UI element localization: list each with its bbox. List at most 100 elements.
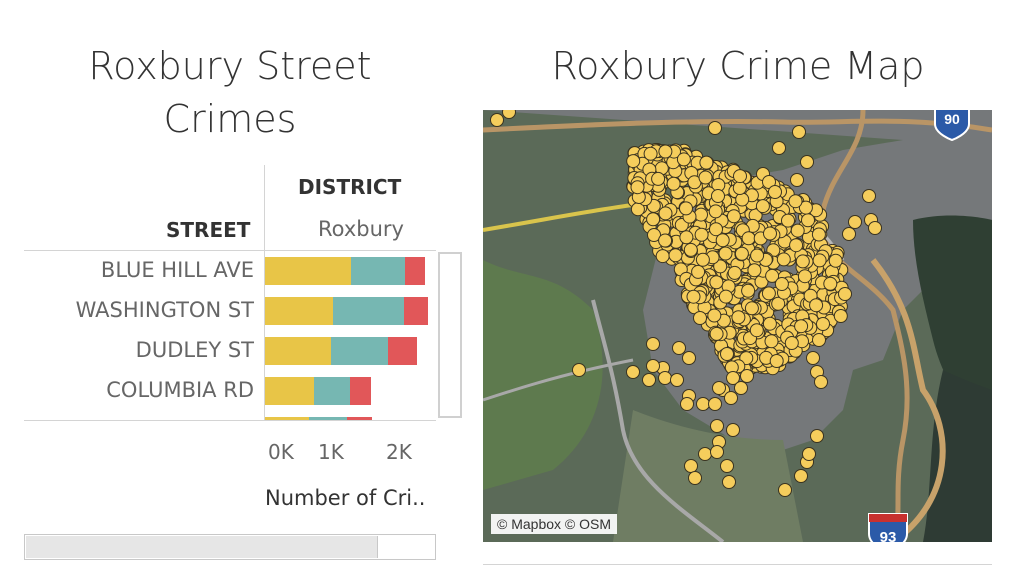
crime-marker[interactable] bbox=[724, 391, 738, 405]
crime-marker[interactable] bbox=[712, 381, 726, 395]
crime-marker[interactable] bbox=[733, 169, 747, 184]
crime-marker[interactable] bbox=[809, 298, 824, 313]
crime-marker[interactable] bbox=[684, 459, 698, 473]
crime-marker[interactable] bbox=[790, 173, 804, 187]
crime-marker[interactable] bbox=[868, 221, 882, 235]
crime-marker[interactable] bbox=[643, 146, 658, 161]
crime-marker[interactable] bbox=[718, 289, 733, 304]
crime-marker[interactable] bbox=[735, 192, 750, 207]
bar-blue-hill-ave-segment-3[interactable] bbox=[405, 257, 426, 285]
crime-marker[interactable] bbox=[707, 308, 722, 323]
crime-marker[interactable] bbox=[676, 152, 691, 167]
crime-marker[interactable] bbox=[763, 226, 777, 241]
crime-marker[interactable] bbox=[812, 253, 827, 268]
crime-marker[interactable] bbox=[699, 155, 714, 170]
crime-marker[interactable] bbox=[691, 264, 706, 279]
crime-marker[interactable] bbox=[774, 277, 789, 291]
crime-marker[interactable] bbox=[688, 471, 702, 485]
vertical-scrollbar[interactable] bbox=[438, 252, 462, 418]
crime-marker[interactable] bbox=[801, 213, 815, 228]
crime-marker[interactable] bbox=[823, 276, 838, 291]
crime-marker[interactable] bbox=[651, 171, 666, 186]
crime-marker[interactable] bbox=[726, 423, 740, 437]
crime-marker[interactable] bbox=[572, 363, 586, 377]
crime-marker[interactable] bbox=[726, 209, 741, 224]
crime-marker[interactable] bbox=[670, 373, 684, 387]
crime-marker[interactable] bbox=[810, 429, 824, 443]
bar-washington-st-segment-2[interactable] bbox=[333, 297, 405, 325]
crime-marker[interactable] bbox=[626, 365, 640, 379]
crime-map[interactable]: 90 93 © Mapbox © OSM bbox=[483, 110, 992, 542]
crime-marker[interactable] bbox=[828, 253, 843, 268]
crime-marker[interactable] bbox=[720, 459, 734, 473]
crime-marker[interactable] bbox=[679, 201, 693, 216]
crime-marker[interactable] bbox=[658, 371, 672, 385]
horizontal-scrollbar-thumb[interactable] bbox=[26, 536, 378, 558]
crime-marker[interactable] bbox=[694, 227, 709, 242]
row-label-washington-st[interactable]: WASHINGTON ST bbox=[24, 298, 254, 322]
crime-marker[interactable] bbox=[741, 283, 756, 298]
crime-marker[interactable] bbox=[686, 289, 701, 304]
row-label-blue-hill-ave[interactable]: BLUE HILL AVE bbox=[24, 258, 254, 282]
crime-marker[interactable] bbox=[795, 254, 810, 269]
crime-marker[interactable] bbox=[806, 351, 820, 365]
crime-marker[interactable] bbox=[646, 359, 660, 373]
crime-marker[interactable] bbox=[658, 233, 673, 248]
horizontal-scrollbar[interactable] bbox=[24, 534, 436, 560]
crime-marker[interactable] bbox=[768, 185, 782, 199]
crime-marker[interactable] bbox=[797, 269, 812, 284]
row-label-columbia-rd[interactable]: COLUMBIA RD bbox=[24, 378, 254, 402]
crime-marker[interactable] bbox=[862, 189, 876, 203]
crime-marker[interactable] bbox=[630, 180, 645, 195]
crime-marker[interactable] bbox=[642, 373, 656, 387]
crime-marker[interactable] bbox=[658, 206, 673, 221]
bar-chart-area[interactable] bbox=[265, 250, 435, 420]
bar-next-row-segment-2[interactable] bbox=[309, 417, 347, 420]
crime-marker[interactable] bbox=[711, 189, 725, 203]
crime-marker[interactable] bbox=[720, 347, 734, 361]
crime-marker[interactable] bbox=[814, 375, 828, 389]
crime-marker[interactable] bbox=[781, 213, 795, 228]
bar-blue-hill-ave-segment-1[interactable] bbox=[265, 257, 351, 285]
crime-marker[interactable] bbox=[812, 333, 826, 347]
crime-marker[interactable] bbox=[679, 230, 694, 245]
crime-marker[interactable] bbox=[842, 227, 856, 241]
crime-marker[interactable] bbox=[672, 341, 686, 355]
crime-marker[interactable] bbox=[741, 231, 756, 246]
crime-marker[interactable] bbox=[769, 354, 784, 368]
crime-marker[interactable] bbox=[680, 397, 694, 411]
crime-marker[interactable] bbox=[708, 397, 722, 411]
crime-marker[interactable] bbox=[710, 445, 724, 459]
crime-marker[interactable] bbox=[646, 337, 660, 351]
crime-marker[interactable] bbox=[800, 155, 814, 169]
bar-blue-hill-ave-segment-2[interactable] bbox=[350, 257, 406, 285]
crime-marker[interactable] bbox=[734, 246, 749, 261]
crime-marker[interactable] bbox=[848, 215, 862, 229]
crime-marker[interactable] bbox=[722, 475, 736, 489]
bar-washington-st-segment-1[interactable] bbox=[265, 297, 333, 325]
bar-next-row-segment-1[interactable] bbox=[265, 417, 310, 420]
crime-marker[interactable] bbox=[658, 144, 673, 159]
crime-marker[interactable] bbox=[708, 121, 722, 135]
crime-marker[interactable] bbox=[682, 351, 696, 365]
bar-columbia-rd-segment-2[interactable] bbox=[313, 377, 350, 405]
bar-columbia-rd-segment-1[interactable] bbox=[265, 377, 314, 405]
crime-marker[interactable] bbox=[626, 154, 641, 169]
bar-columbia-rd-segment-3[interactable] bbox=[350, 377, 372, 405]
crime-marker[interactable] bbox=[749, 323, 764, 338]
crime-marker[interactable] bbox=[816, 317, 830, 331]
crime-marker[interactable] bbox=[695, 252, 710, 267]
crime-marker[interactable] bbox=[833, 309, 848, 323]
bar-next-row-segment-3[interactable] bbox=[346, 417, 373, 420]
crime-marker[interactable] bbox=[727, 265, 742, 280]
bar-dudley-st-segment-1[interactable] bbox=[265, 337, 331, 365]
crime-marker[interactable] bbox=[790, 223, 805, 238]
crime-marker[interactable] bbox=[734, 381, 748, 395]
crime-marker[interactable] bbox=[694, 207, 708, 222]
row-label-dudley-st[interactable]: DUDLEY ST bbox=[24, 338, 254, 362]
crime-marker[interactable] bbox=[776, 252, 791, 267]
crime-marker[interactable] bbox=[784, 336, 799, 350]
crime-marker[interactable] bbox=[802, 447, 816, 461]
crime-marker[interactable] bbox=[788, 194, 803, 209]
map-attribution[interactable]: © Mapbox © OSM bbox=[491, 514, 617, 534]
